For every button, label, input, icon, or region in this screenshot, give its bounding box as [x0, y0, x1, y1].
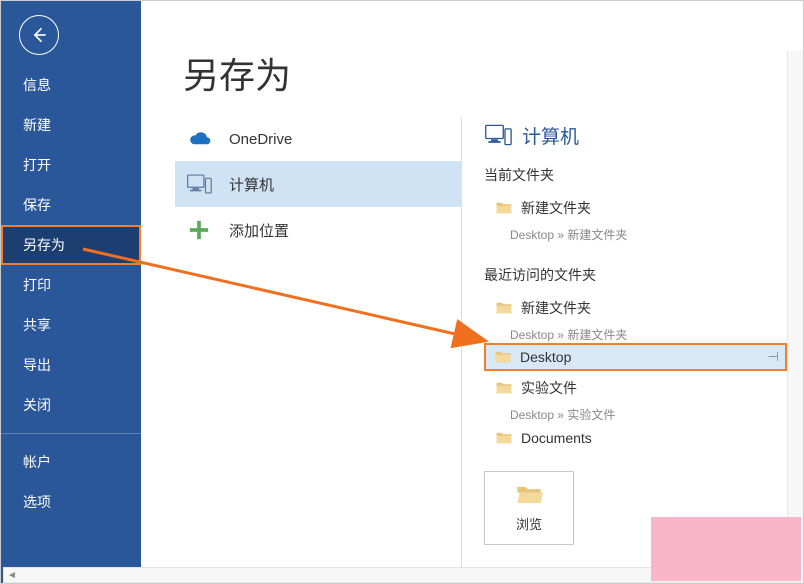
place-label: 添加位置 [229, 220, 289, 241]
place-label: 计算机 [229, 174, 274, 195]
folder-name: 新建文件夹 [521, 198, 778, 218]
folder-icon [495, 201, 513, 215]
pink-overlay [651, 517, 801, 581]
pin-icon[interactable]: ⊣ [768, 349, 779, 365]
folder-icon [495, 301, 513, 315]
sidebar-item-info[interactable]: 信息 [1, 65, 141, 105]
folder-name: 新建文件夹 [521, 298, 778, 318]
location-header: 计算机 [484, 121, 787, 149]
recent-folders-label: 最近访问的文件夹 [484, 265, 787, 285]
folder-open-icon [515, 484, 543, 506]
folder-path: Desktop » 新建文件夹 [510, 326, 787, 343]
place-add-location[interactable]: 添加位置 [175, 207, 461, 253]
vertical-scrollbar[interactable] [787, 51, 803, 565]
folder-icon [495, 381, 513, 395]
location-detail: 计算机 当前文件夹 新建文件夹 Desktop » 新建文件夹 最近访问的文件夹… [461, 117, 803, 583]
browse-button[interactable]: 浏览 [484, 471, 574, 545]
plus-icon [185, 219, 213, 241]
sidebar-divider [1, 433, 141, 434]
cloud-icon [185, 129, 213, 149]
word-backstage-window: 压缩前.docx - Word ? – ▢ × 登录 信息 新建 打开 保存 另… [0, 0, 804, 584]
sidebar-item-close[interactable]: 关闭 [1, 385, 141, 425]
backstage-sidebar: 信息 新建 打开 保存 另存为 打印 共享 导出 关闭 帐户 选项 [1, 1, 141, 583]
arrow-left-icon [29, 25, 49, 45]
sidebar-item-export[interactable]: 导出 [1, 345, 141, 385]
folder-name: 实验文件 [521, 378, 778, 398]
sidebar-item-account[interactable]: 帐户 [1, 442, 141, 482]
folder-recent-0[interactable]: 新建文件夹 [484, 291, 787, 325]
browse-label: 浏览 [516, 514, 542, 533]
sidebar-item-open[interactable]: 打开 [1, 145, 141, 185]
sidebar-item-new[interactable]: 新建 [1, 105, 141, 145]
folder-recent-2[interactable]: 实验文件 [484, 371, 787, 405]
sidebar-item-share[interactable]: 共享 [1, 305, 141, 345]
sidebar-item-save[interactable]: 保存 [1, 185, 141, 225]
back-button[interactable] [19, 15, 59, 55]
computer-icon [185, 173, 213, 195]
folder-name: Desktop [520, 349, 760, 365]
folder-recent-desktop[interactable]: Desktop ⊣ [484, 343, 787, 371]
backstage-main: 另存为 OneDrive 计算机 [141, 1, 803, 583]
current-folder-label: 当前文件夹 [484, 165, 787, 185]
sidebar-item-print[interactable]: 打印 [1, 265, 141, 305]
folder-icon [494, 350, 512, 364]
folder-icon [495, 431, 513, 445]
location-header-label: 计算机 [522, 122, 579, 149]
folder-path: Desktop » 新建文件夹 [510, 226, 787, 243]
places-list: OneDrive 计算机 添加位置 [141, 117, 461, 583]
place-label: OneDrive [229, 131, 292, 148]
place-onedrive[interactable]: OneDrive [175, 117, 461, 161]
sidebar-item-save-as[interactable]: 另存为 [1, 225, 141, 265]
folder-recent-3[interactable]: Documents [484, 423, 787, 453]
folder-current[interactable]: 新建文件夹 [484, 191, 787, 225]
folder-name: Documents [521, 430, 778, 446]
folder-path: Desktop » 实验文件 [510, 406, 787, 423]
computer-icon [484, 121, 512, 149]
scroll-left-icon[interactable]: ◄ [4, 568, 20, 582]
page-title: 另存为 [183, 47, 803, 99]
place-computer[interactable]: 计算机 [175, 161, 461, 207]
sidebar-item-options[interactable]: 选项 [1, 482, 141, 522]
